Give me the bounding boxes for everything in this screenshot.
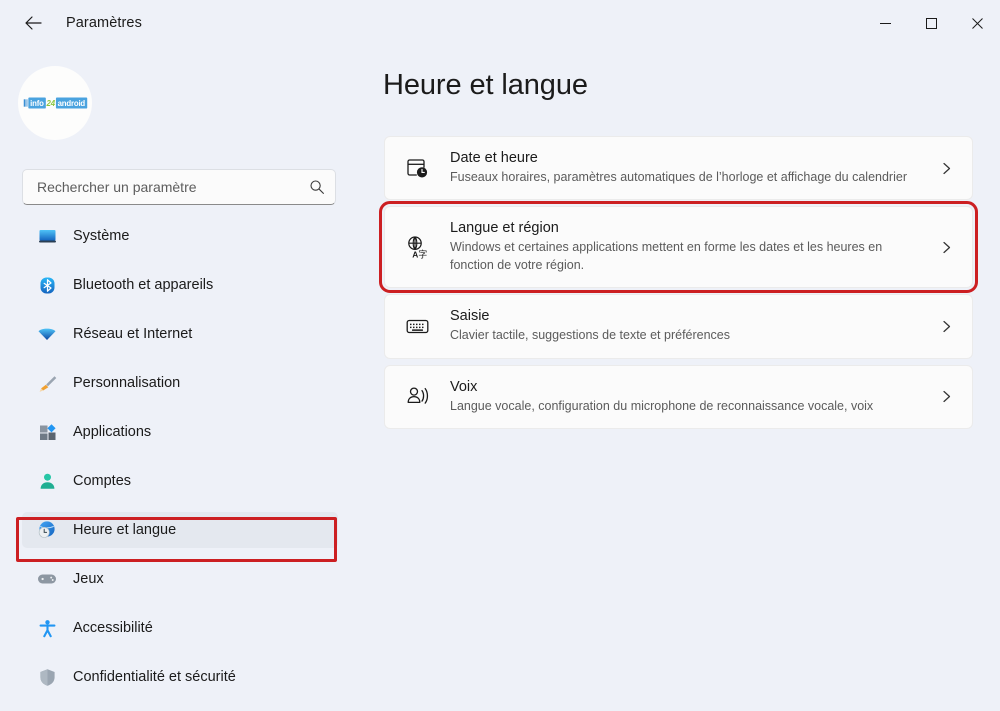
sidebar-item-label: Jeux <box>73 571 104 587</box>
sidebar-item-bluetooth[interactable]: Bluetooth et appareils <box>22 267 338 303</box>
avatar-logo-24: 24 <box>46 98 55 108</box>
sidebar-item-label: Système <box>73 228 130 244</box>
sidebar-item-label: Heure et langue <box>73 522 177 538</box>
app-title: Paramètres <box>66 15 142 31</box>
avatar-logo-android: android <box>55 97 87 109</box>
main-content: Heure et langue Date et heure Fuseaux ho… <box>360 58 1000 711</box>
sidebar-item-label: Confidentialité et sécurité <box>73 669 236 685</box>
settings-card-voix[interactable]: Voix Langue vocale, configuration du mic… <box>384 364 973 429</box>
settings-card-langue-et-region[interactable]: A 字 Langue et région Windows et certaine… <box>379 201 978 294</box>
search-input[interactable] <box>37 179 303 195</box>
card-title: Saisie <box>450 308 490 325</box>
sidebar-item-comptes[interactable]: Comptes <box>22 463 338 499</box>
minimize-button[interactable] <box>862 0 908 46</box>
card-text: Date et heure Fuseaux horaires, paramètr… <box>450 150 916 186</box>
sidebar-item-applications[interactable]: Applications <box>22 414 338 450</box>
sidebar-item-reseau[interactable]: Réseau et Internet <box>22 316 338 352</box>
chevron-right-icon <box>936 320 956 333</box>
sidebar-item-label: Applications <box>73 424 152 440</box>
sidebar: info 24 android Rechercher un paramètre … <box>0 58 360 711</box>
person-icon <box>36 470 58 492</box>
close-button[interactable] <box>954 0 1000 46</box>
settings-card-saisie[interactable]: Saisie Clavier tactile, suggestions de t… <box>384 294 973 359</box>
chevron-right-icon <box>936 390 956 403</box>
settings-window: Paramètres info 24 android Rechercher un… <box>0 0 1000 711</box>
bluetooth-icon <box>36 274 58 296</box>
calendar-clock-icon <box>404 155 430 181</box>
card-description: Fuseaux horaires, paramètres automatique… <box>450 170 907 184</box>
sidebar-item-label: Comptes <box>73 473 132 489</box>
paintbrush-icon <box>36 372 58 394</box>
clock-globe-icon <box>36 519 58 541</box>
page-title: Heure et langue <box>383 69 588 101</box>
card-title: Voix <box>450 378 478 395</box>
title-bar: Paramètres <box>0 0 1000 58</box>
keyboard-icon <box>404 313 430 339</box>
accessibility-icon <box>36 617 58 639</box>
sidebar-item-label: Personnalisation <box>73 375 181 391</box>
card-title: Date et heure <box>450 150 538 166</box>
monitor-icon <box>36 225 58 247</box>
sidebar-item-personnalisation[interactable]: Personnalisation <box>22 365 338 401</box>
sidebar-item-label: Accessibilité <box>73 620 153 636</box>
settings-card-date-et-heure[interactable]: Date et heure Fuseaux horaires, paramètr… <box>384 136 973 201</box>
sidebar-item-confidentialite[interactable]: Confidentialité et sécurité <box>22 659 338 695</box>
window-controls <box>862 0 1000 46</box>
card-description: Windows et certaines applications metten… <box>450 240 883 273</box>
speech-icon <box>404 384 430 410</box>
sidebar-item-label: Réseau et Internet <box>73 326 193 342</box>
card-title: Langue et région <box>450 220 559 237</box>
sidebar-item-jeux[interactable]: Jeux <box>22 561 338 597</box>
avatar-logo: info 24 android <box>23 97 87 109</box>
card-description: Langue vocale, configuration du micropho… <box>450 398 874 413</box>
globe-language-icon: A 字 <box>404 234 430 260</box>
title-bar-left: Paramètres <box>0 0 142 46</box>
wifi-icon <box>36 323 58 345</box>
maximize-button[interactable] <box>908 0 954 46</box>
sidebar-item-label: Bluetooth et appareils <box>73 277 214 293</box>
avatar-logo-info: info <box>28 97 46 109</box>
chevron-right-icon <box>936 162 956 175</box>
shield-icon <box>36 666 58 688</box>
sidebar-item-accessibilite[interactable]: Accessibilité <box>22 610 338 646</box>
logo-bars-icon <box>23 99 28 107</box>
sidebar-item-systeme[interactable]: Système <box>22 218 338 254</box>
card-text: Voix Langue vocale, configuration du mic… <box>450 379 916 415</box>
search-box[interactable] <box>22 169 336 205</box>
svg-text:字: 字 <box>418 248 427 260</box>
back-button[interactable] <box>16 7 50 39</box>
chevron-right-icon <box>936 241 956 254</box>
card-description: Clavier tactile, suggestions de texte et… <box>450 328 731 343</box>
sidebar-nav: Système Bluetooth et appareils Réseau et… <box>0 218 360 695</box>
apps-icon <box>36 421 58 443</box>
avatar[interactable]: info 24 android <box>18 66 92 140</box>
card-text: Saisie Clavier tactile, suggestions de t… <box>450 308 916 344</box>
gamepad-icon <box>36 568 58 590</box>
search-icon <box>309 179 325 195</box>
settings-card-list: Date et heure Fuseaux horaires, paramètr… <box>379 136 978 429</box>
sidebar-item-heure-et-langue[interactable]: Heure et langue <box>16 512 338 548</box>
card-text: Langue et région Windows et certaines ap… <box>450 220 916 274</box>
